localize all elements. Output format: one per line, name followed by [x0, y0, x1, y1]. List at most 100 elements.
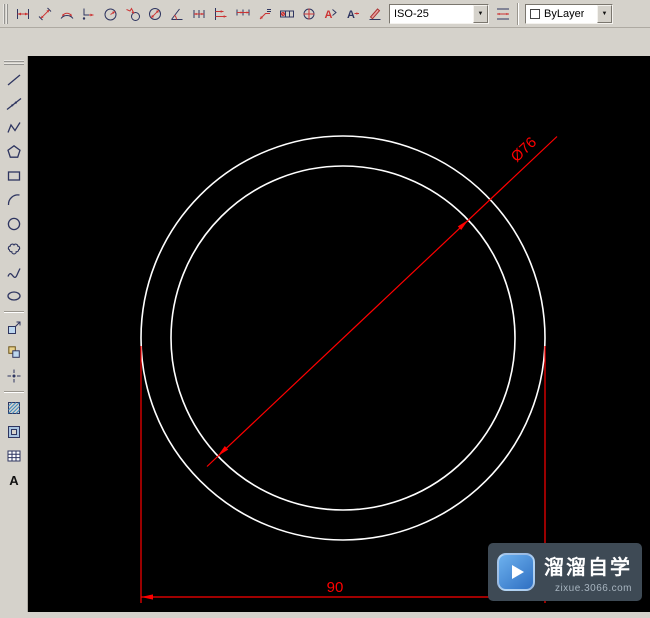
revision-cloud-button[interactable]	[3, 237, 25, 259]
insert-block-button[interactable]	[3, 317, 25, 339]
dim-linear-button[interactable]	[12, 3, 34, 25]
dim-edit-icon: A	[325, 9, 337, 21]
dim-angular-button[interactable]	[166, 3, 188, 25]
dim-update-icon	[369, 7, 381, 20]
dim-diameter-button[interactable]	[144, 3, 166, 25]
dimension-toolbar-tail-icons	[492, 0, 514, 27]
diameter-dim-line[interactable]	[206, 136, 558, 467]
ellipse-button[interactable]	[3, 285, 25, 307]
region-icon	[7, 426, 20, 438]
dimension-toolbar-icons: AA	[2, 0, 386, 27]
svg-text:A: A	[325, 9, 333, 21]
toolbar-grip[interactable]	[3, 3, 8, 24]
tolerance-icon	[280, 10, 294, 17]
leader-icon	[259, 8, 271, 19]
svg-text:A: A	[9, 473, 19, 488]
rect-icon	[7, 171, 20, 181]
dimstyle-icon	[497, 8, 509, 19]
watermark-text: 溜溜自学 zixue.3066.com	[544, 551, 632, 594]
toolbar-separator	[517, 2, 519, 25]
block-icon	[7, 346, 20, 358]
linear-dim-arrow-left	[141, 594, 153, 600]
dim-linear-icon	[17, 8, 29, 19]
line-button[interactable]	[3, 69, 25, 91]
drawing-entities: Ø76 90	[140, 134, 558, 603]
dim-radius-button[interactable]	[100, 3, 122, 25]
make-block-button[interactable]	[3, 341, 25, 363]
dim-continue-icon	[236, 9, 250, 15]
dim-text-edit-icon: A	[347, 9, 359, 21]
dim-style-value: ISO-25	[394, 7, 429, 20]
dim-quick-icon	[193, 9, 205, 18]
dim-baseline-button[interactable]	[210, 3, 232, 25]
watermark-brand: 溜溜自学	[544, 556, 632, 579]
dim-continue-button[interactable]	[232, 3, 254, 25]
polygon-icon	[6, 144, 21, 158]
mtext-icon: A	[9, 473, 19, 488]
center-mark-icon	[303, 8, 315, 19]
toolbar-grip[interactable]	[3, 60, 24, 65]
spline-button[interactable]	[3, 261, 25, 283]
chevron-down-icon[interactable]: ▼	[473, 4, 488, 23]
watermark-play-icon	[497, 553, 535, 591]
dim-style-combo[interactable]: ISO-25 ▼	[389, 3, 489, 24]
tolerance-button[interactable]	[276, 3, 298, 25]
pline-icon	[6, 122, 21, 133]
hatch-icon	[7, 402, 20, 414]
dim-jogged-icon	[126, 6, 140, 21]
linear-dim-text[interactable]: 90	[327, 579, 344, 596]
arc-button[interactable]	[3, 189, 25, 211]
rectangle-button[interactable]	[3, 165, 25, 187]
play-triangle-icon	[511, 565, 524, 579]
dim-ordinate-icon	[82, 8, 94, 20]
xline-icon	[6, 97, 21, 111]
table-icon	[7, 450, 20, 462]
point-button[interactable]	[3, 365, 25, 387]
dim-radius-icon	[104, 8, 117, 20]
dim-text-edit-button[interactable]: A	[342, 3, 364, 25]
circle-button[interactable]	[3, 213, 25, 235]
dim-aligned-button[interactable]	[34, 3, 56, 25]
watermark: 溜溜自学 zixue.3066.com	[488, 543, 642, 601]
drawing-canvas[interactable]: Ø76 90 溜溜自学 zixue.3066.com	[28, 56, 650, 612]
toolbar-separator	[3, 391, 24, 393]
quick-dimension-button[interactable]	[188, 3, 210, 25]
point-icon	[7, 369, 20, 383]
svg-text:A: A	[347, 9, 355, 21]
dim-edit-button[interactable]: A	[320, 3, 342, 25]
polygon-button[interactable]	[3, 141, 25, 163]
chevron-down-icon[interactable]: ▼	[597, 4, 612, 23]
insert-icon	[7, 321, 20, 334]
dim-update-button[interactable]	[364, 3, 386, 25]
color-value: ByLayer	[544, 7, 585, 20]
draw-toolbar: A	[0, 56, 28, 612]
polyline-button[interactable]	[3, 117, 25, 139]
ellipse-icon	[6, 291, 21, 301]
multiline-text-button[interactable]: A	[3, 469, 25, 491]
diameter-dim-text[interactable]: Ø76	[508, 134, 540, 166]
dim-ordinate-button[interactable]	[78, 3, 100, 25]
construction-line-button[interactable]	[3, 93, 25, 115]
dim-arc-icon	[60, 12, 74, 19]
dim-arc-length-button[interactable]	[56, 3, 78, 25]
dim-jogged-button[interactable]	[122, 3, 144, 25]
linear-dimension[interactable]: 90	[140, 346, 546, 603]
watermark-site: zixue.3066.com	[554, 582, 632, 594]
circle-icon	[7, 217, 20, 231]
color-control-combo[interactable]: ByLayer ▼	[525, 3, 613, 24]
dimension-toolbar: AA ISO-25 ▼ ByLayer ▼	[0, 0, 650, 28]
toolbar-separator	[3, 311, 24, 313]
quick-leader-button[interactable]	[254, 3, 276, 25]
revcloud-icon	[7, 243, 20, 255]
dim-style-button[interactable]	[492, 3, 514, 25]
center-mark-button[interactable]	[298, 3, 320, 25]
bylayer-color-swatch	[530, 8, 540, 19]
region-button[interactable]	[3, 421, 25, 443]
hatch-button[interactable]	[3, 397, 25, 419]
dim-aligned-icon	[38, 7, 52, 20]
diameter-dimension[interactable]: Ø76	[206, 134, 558, 467]
spline-icon	[6, 268, 21, 278]
table-button[interactable]	[3, 445, 25, 467]
dim-baseline-icon	[215, 7, 227, 20]
dim-diameter-icon	[149, 7, 161, 20]
